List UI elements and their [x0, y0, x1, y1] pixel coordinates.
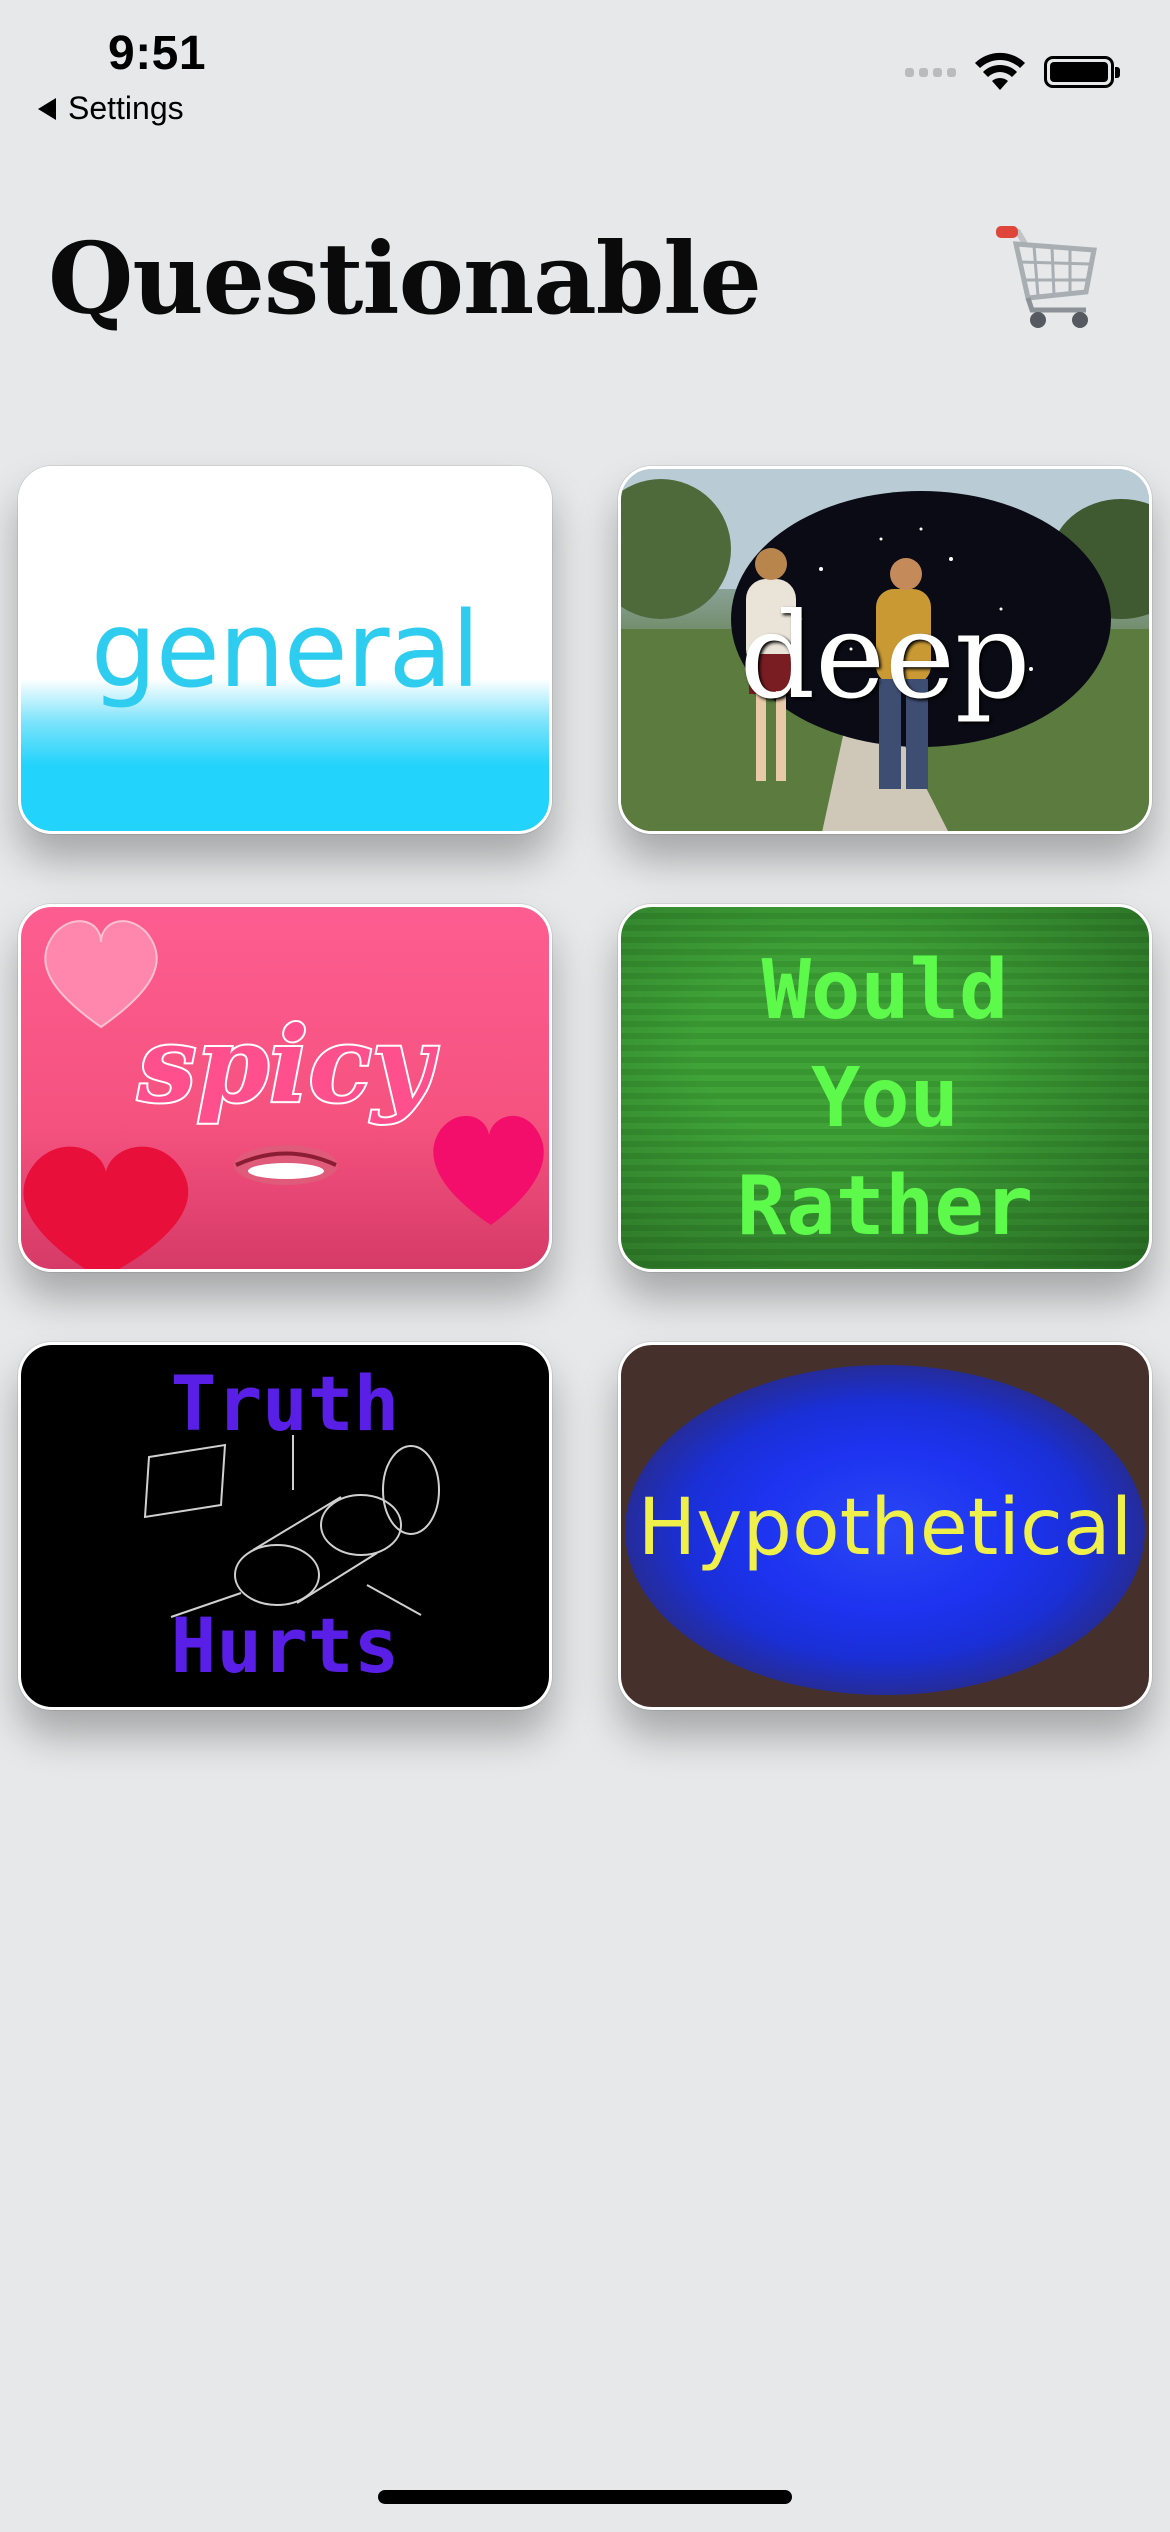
- back-arrow-icon: [38, 97, 56, 120]
- category-label-line: You: [810, 1051, 960, 1146]
- category-card-would-you-rather[interactable]: Would You Rather: [618, 904, 1152, 1272]
- category-label: spicy: [136, 1001, 435, 1128]
- category-card-truth-hurts[interactable]: Truth Hurts: [18, 1342, 552, 1710]
- shopping-cart-icon: [996, 226, 1097, 328]
- category-label-line: Truth: [170, 1359, 400, 1448]
- category-label-line: Rather: [736, 1159, 1034, 1254]
- app-title: Questionable: [48, 222, 762, 337]
- category-card-general[interactable]: general: [18, 466, 552, 834]
- status-indicators: [905, 52, 1120, 92]
- wifi-icon: [975, 52, 1025, 90]
- category-card-deep[interactable]: deep: [618, 466, 1152, 834]
- category-label-line: Would: [761, 943, 1009, 1038]
- category-label: deep: [739, 587, 1031, 725]
- category-label: Hypothetical: [637, 1483, 1133, 1573]
- category-label-line: Hurts: [170, 1601, 400, 1690]
- cellular-signal-icon: [905, 67, 956, 77]
- category-card-spicy[interactable]: spicy: [18, 904, 552, 1272]
- battery-icon: [1044, 56, 1120, 88]
- back-to-settings-link[interactable]: Settings: [38, 90, 184, 127]
- home-indicator[interactable]: [378, 2490, 792, 2504]
- status-time: 9:51: [108, 27, 207, 80]
- shop-button[interactable]: [990, 218, 1110, 338]
- back-label: Settings: [68, 90, 184, 126]
- category-label: general: [90, 589, 480, 711]
- category-card-hypothetical[interactable]: Hypothetical: [618, 1342, 1152, 1710]
- category-label: Would You Rather: [621, 937, 1149, 1261]
